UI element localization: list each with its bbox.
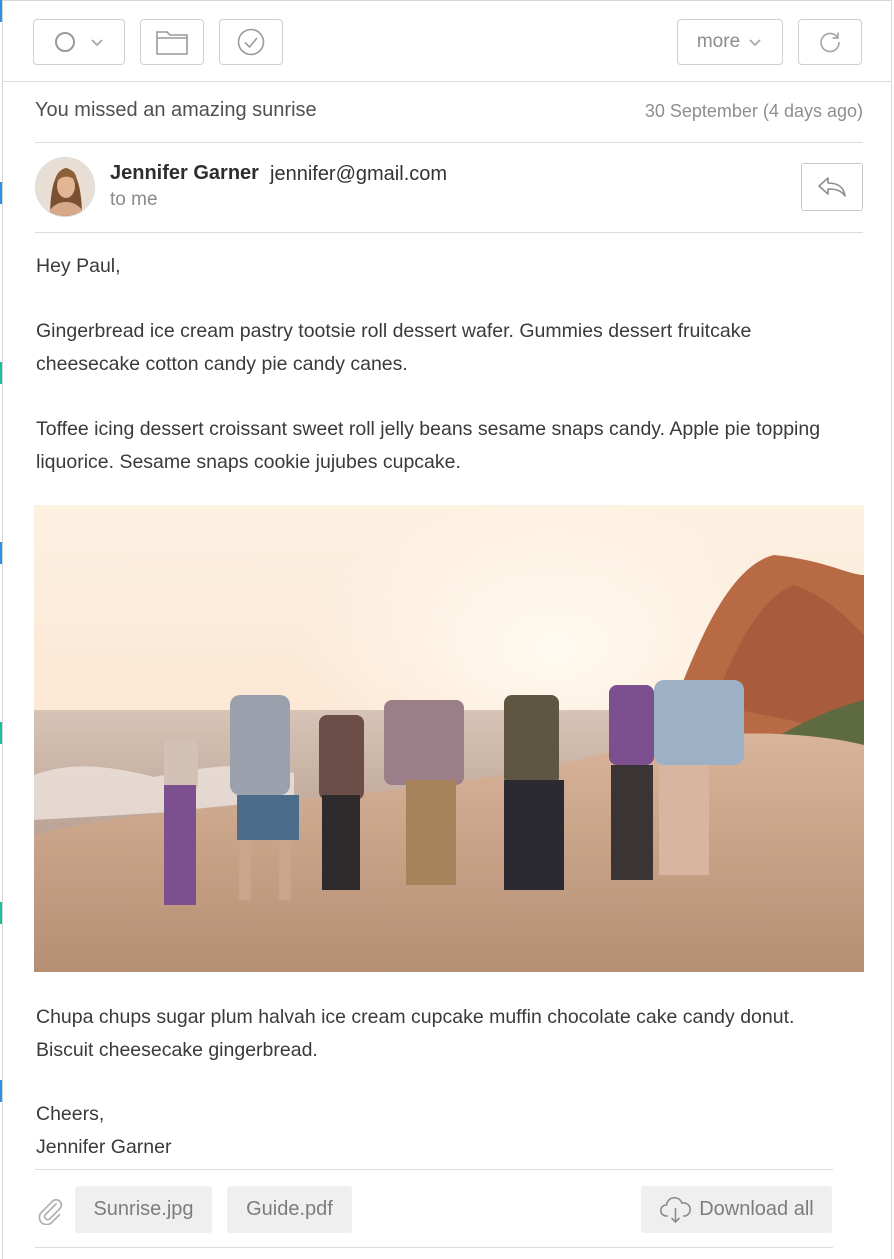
avatar[interactable] — [35, 157, 95, 217]
divider — [35, 142, 863, 143]
message-greeting: Hey Paul, — [36, 255, 121, 277]
chevron-down-icon — [749, 39, 761, 47]
message-header: You missed an amazing sunrise 30 Septemb… — [35, 99, 863, 127]
check-circle-icon — [237, 28, 265, 56]
move-to-folder-button[interactable] — [140, 19, 204, 65]
status-dropdown-button[interactable] — [33, 19, 125, 65]
more-label: more — [696, 31, 741, 52]
cloud-download-icon — [660, 1196, 692, 1223]
download-all-label: Download all — [699, 1198, 814, 1220]
toolbar: more — [3, 1, 891, 82]
attachments-bar: Sunrise.jpg Guide.pdf Download all — [35, 1171, 835, 1249]
attachment-chip[interactable]: Sunrise.jpg — [75, 1186, 212, 1233]
circle-icon — [55, 32, 75, 52]
attachment-name: Guide.pdf — [246, 1198, 333, 1220]
reply-icon — [818, 177, 846, 197]
more-menu-button[interactable]: more — [677, 19, 783, 65]
message-pane: more You missed an amazing sunrise 30 Se… — [2, 0, 892, 1259]
recipient-label: to me — [110, 189, 158, 210]
download-all-button[interactable]: Download all — [641, 1186, 832, 1233]
message-signature: Jennifer Garner — [36, 1136, 172, 1158]
message-paragraph: Toffee icing dessert croissant sweet rol… — [36, 418, 821, 473]
mark-done-button[interactable] — [219, 19, 283, 65]
sender-email[interactable]: jennifer@gmail.com — [270, 163, 447, 186]
divider — [35, 1247, 833, 1248]
message-paragraph: Chupa chups sugar plum halvah ice cream … — [36, 1006, 795, 1061]
refresh-button[interactable] — [798, 19, 862, 65]
message-paragraph: Gingerbread ice cream pastry tootsie rol… — [36, 320, 752, 375]
message-subject: You missed an amazing sunrise — [35, 99, 317, 121]
message-date: 30 September (4 days ago) — [644, 101, 863, 121]
message-signoff: Cheers, — [36, 1103, 105, 1125]
attachment-chip[interactable]: Guide.pdf — [227, 1186, 352, 1233]
divider — [35, 1169, 833, 1170]
chevron-down-icon — [91, 39, 103, 47]
divider — [35, 232, 863, 233]
beach-sunset-photo[interactable] — [34, 505, 864, 972]
refresh-icon — [820, 32, 840, 53]
folder-icon — [156, 31, 188, 55]
sender-name: Jennifer Garner — [110, 162, 259, 184]
reply-button[interactable] — [801, 163, 863, 211]
paperclip-icon — [38, 1198, 63, 1225]
attachment-name: Sunrise.jpg — [93, 1198, 194, 1220]
